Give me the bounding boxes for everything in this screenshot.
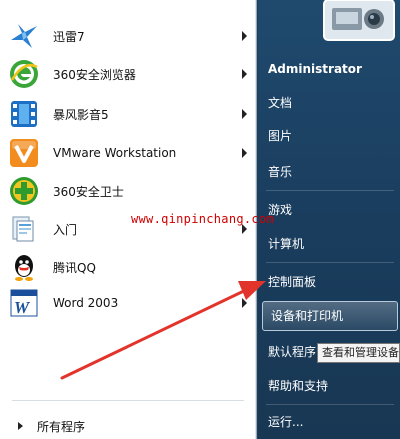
program-item-360-browser[interactable]: 360安全浏览器 bbox=[8, 57, 251, 91]
submenu-arrow-icon[interactable] bbox=[242, 69, 247, 79]
computer-link[interactable]: 计算机 bbox=[268, 233, 304, 255]
music-link[interactable]: 音乐 bbox=[268, 161, 292, 183]
all-programs-button[interactable]: 所有程序 bbox=[8, 414, 248, 438]
user-name-link[interactable]: Administrator bbox=[268, 58, 362, 80]
default-programs-link[interactable]: 默认程序 bbox=[268, 341, 316, 363]
separator bbox=[266, 190, 394, 191]
all-programs-label: 所有程序 bbox=[37, 419, 86, 434]
documents-link[interactable]: 文档 bbox=[268, 92, 292, 114]
separator bbox=[12, 400, 244, 401]
submenu-arrow-icon[interactable] bbox=[242, 148, 247, 158]
program-label: 360安全浏览器 bbox=[53, 67, 136, 82]
program-label: VMware Workstation bbox=[53, 146, 177, 160]
submenu-arrow-icon[interactable] bbox=[242, 109, 247, 119]
separator bbox=[266, 262, 394, 263]
vmware-icon bbox=[8, 137, 40, 169]
submenu-arrow-icon[interactable] bbox=[242, 298, 247, 308]
user-picture-icon[interactable] bbox=[318, 0, 400, 44]
baofeng-film-icon bbox=[8, 98, 40, 130]
xunlei-bird-icon bbox=[8, 20, 40, 52]
program-label: 360安全卫士 bbox=[53, 184, 124, 199]
control-panel-link[interactable]: 控制面板 bbox=[268, 271, 316, 293]
tooltip: 查看和管理设备 bbox=[317, 343, 400, 363]
svg-text:W: W bbox=[14, 298, 31, 317]
watermark-text: www.qinpinchang.com bbox=[131, 212, 274, 226]
start-menu: 迅雷7 360安全浏览器 暴风影音5 VMware Workstation 36… bbox=[0, 0, 400, 439]
360-browser-icon bbox=[8, 58, 40, 90]
word-icon: W bbox=[8, 287, 40, 319]
qq-penguin-icon bbox=[8, 251, 40, 283]
help-support-link[interactable]: 帮助和支持 bbox=[268, 375, 328, 397]
separator bbox=[266, 404, 394, 405]
triangle-right-icon bbox=[18, 422, 23, 430]
program-item-baofeng[interactable]: 暴风影音5 bbox=[8, 97, 251, 131]
program-label: 入门 bbox=[53, 222, 78, 237]
program-label: 暴风影音5 bbox=[53, 107, 109, 122]
program-item-360-safeguard[interactable]: 360安全卫士 bbox=[8, 174, 251, 208]
program-item-xunlei[interactable]: 迅雷7 bbox=[8, 19, 251, 53]
pictures-link[interactable]: 图片 bbox=[268, 125, 292, 147]
getting-started-icon bbox=[8, 213, 40, 245]
program-label: 迅雷7 bbox=[53, 29, 85, 44]
360-safeguard-icon bbox=[8, 175, 40, 207]
devices-printers-link[interactable]: 设备和打印机 bbox=[262, 301, 398, 331]
places-pane: Administrator 文档 图片 音乐 游戏 计算机 控制面板 默认程序 … bbox=[258, 0, 400, 439]
program-item-qq[interactable]: 腾讯QQ bbox=[8, 250, 251, 284]
program-item-word[interactable]: W Word 2003 bbox=[8, 286, 251, 320]
program-item-vmware[interactable]: VMware Workstation bbox=[8, 136, 251, 170]
run-link[interactable]: 运行... bbox=[268, 411, 303, 433]
program-label: Word 2003 bbox=[53, 296, 119, 310]
program-label: 腾讯QQ bbox=[53, 260, 96, 275]
submenu-arrow-icon[interactable] bbox=[242, 31, 247, 41]
